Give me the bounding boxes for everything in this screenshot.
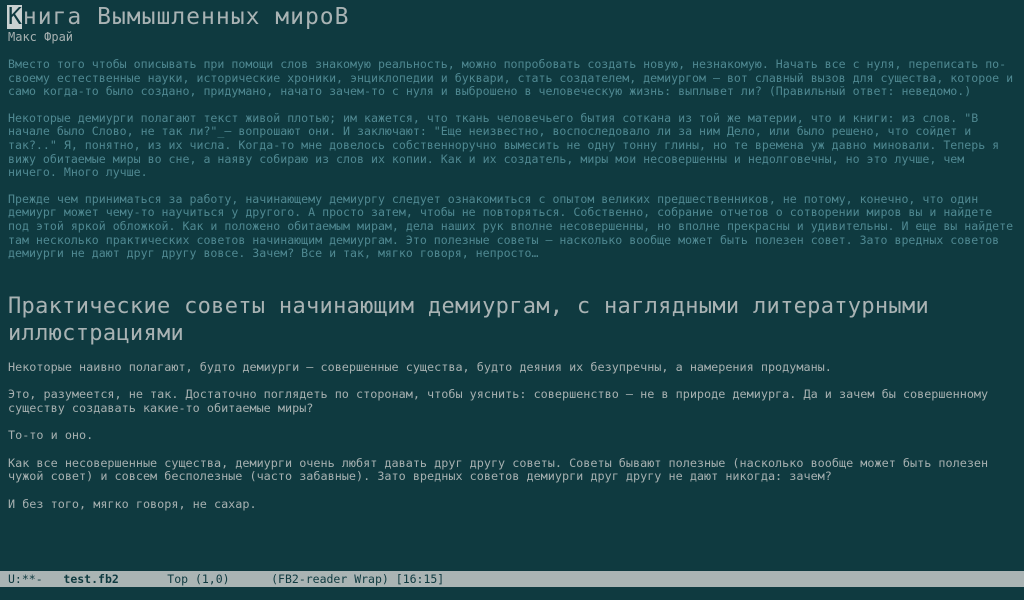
body-paragraph: То-то и оно. [8,428,94,443]
modeline-modes[interactable]: (FB2-reader Wrap) [271,571,389,587]
modeline-position: Top (1,0) [167,572,230,586]
book-author: Макс Фрай [8,30,74,44]
annotation-block: Вместо того чтобы описывать при помощи с… [8,57,1021,261]
annotation-paragraph: Некоторые демиурги полагают текст живой … [8,110,1007,180]
modeline-status: U:**- [8,572,43,586]
section-title: Практические советы начинающим демиургам… [8,293,930,346]
body-paragraph: И без того, мягко говоря, не сахар. [8,496,257,511]
modeline-buffer-name[interactable]: test.fb2 [63,571,118,587]
reader-buffer[interactable]: Книга Вымышленных мироВ Макс Фрай Вместо… [0,0,1024,571]
section-body: Некоторые наивно полагают, будто демиург… [8,359,1016,512]
text-cursor: К [7,4,23,30]
body-paragraph: Это, разумеется, не так. Достаточно погл… [8,387,996,415]
minibuffer[interactable] [0,587,1024,600]
modeline-time: [16:15] [395,572,445,586]
body-paragraph: Некоторые наивно полагают, будто демиург… [8,359,832,374]
annotation-paragraph: Вместо того чтобы описывать при помощи с… [8,57,1021,99]
annotation-paragraph: Прежде чем приниматься за работу, начина… [8,191,1021,261]
mode-line[interactable]: U:**- test.fb2 Top (1,0) (FB2-reader Wra… [0,571,1024,587]
body-paragraph: Как все несовершенные существа, демиурги… [8,455,996,484]
book-title: Книга Вымышленных мироВ [7,4,1016,30]
book-title-rest: нига Вымышленных мироВ [22,4,350,30]
